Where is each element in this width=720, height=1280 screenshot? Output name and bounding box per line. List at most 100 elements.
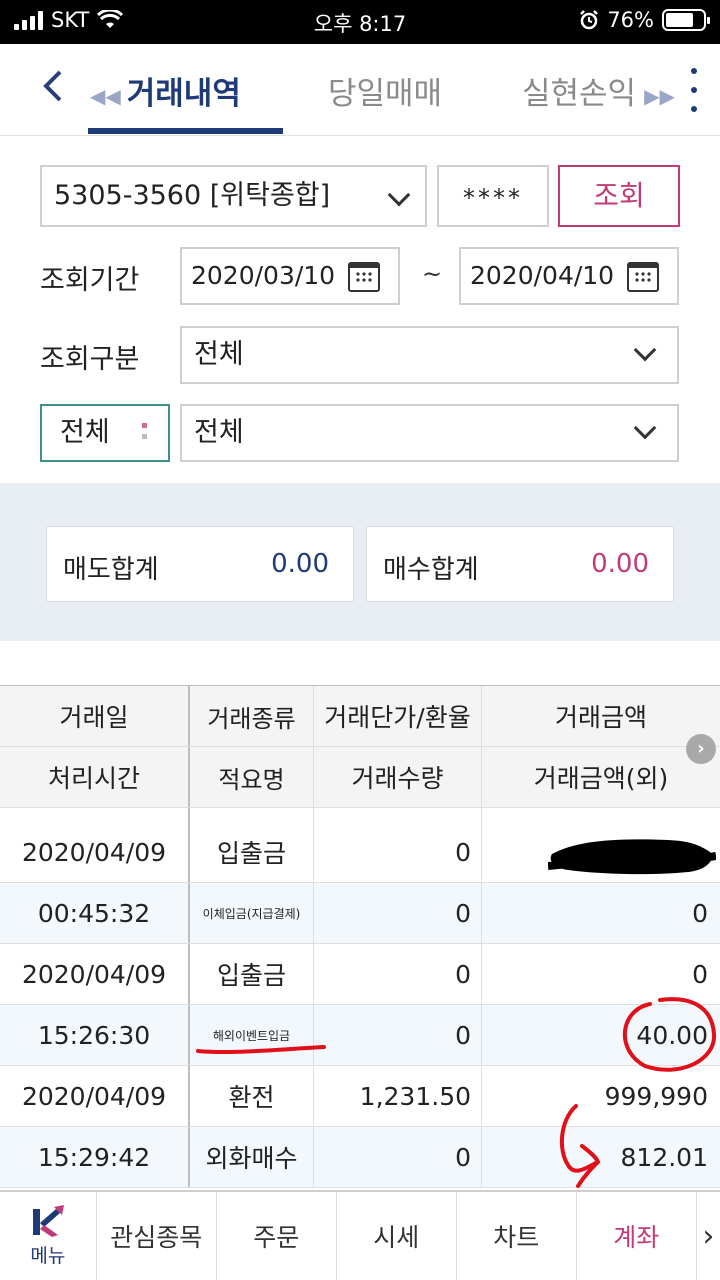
tab-daily-trades[interactable]: 당일매매 [328,68,442,113]
column-header: 거래단가/환율 [314,686,482,746]
k-logo-icon [32,1204,64,1237]
table-cell: 1,231.50 [314,1066,482,1126]
table-cell: 0 [314,1127,482,1187]
battery-percent: 76% [607,8,654,32]
table-cell: 0 [314,883,482,943]
nav-menu[interactable]: 메뉴 [0,1192,97,1280]
tab-label: 당일매매 [328,76,443,112]
query-type-value: 전체 [194,339,244,370]
table-cell: 0 [314,1005,482,1065]
table-row[interactable]: 2020/04/09 환전 1,231.50 999,990 [0,1066,720,1127]
table-cell: 외화매수 [190,1127,314,1187]
column-header: 처리시간 [0,747,190,807]
table-cell: 40.00 [636,1020,708,1050]
status-bar: SKT 오후 8:17 76% [0,0,720,44]
more-vertical-icon[interactable] [688,68,700,112]
table-row[interactable]: 2020/04/09 입출금 0 0 [0,944,720,1005]
chevron-down-icon [633,416,657,440]
filter-dots-icon [142,423,147,439]
table-row[interactable]: 00:45:32 이체입금(지급결제) 0 0 [0,883,720,944]
account-value: 5305-3560 [위탁종합] [54,180,331,211]
tab-header: ◀◀ 거래내역 당일매매 실현손익 ▶▶ [0,44,720,136]
column-header: 거래금액(외) [533,764,669,793]
table-cell: 입출금 [190,944,314,1004]
column-header: 적요명 [190,747,314,807]
scroll-right-icon[interactable]: › [686,734,716,764]
tab-realized-pnl[interactable]: 실현손익 ▶▶ [522,68,675,113]
buy-total-label: 매수합계 [383,555,479,585]
chevron-left-icon [43,70,62,102]
double-chevron-left-icon: ◀◀ [90,83,121,108]
table-row[interactable]: 15:26:30 해외이벤트입금 0 40.00 [0,1005,720,1066]
nav-quotes[interactable]: 시세 [337,1192,457,1280]
column-header: 거래일 [0,686,190,746]
table-row[interactable]: 15:29:42 외화매수 0 812.01 [0,1127,720,1188]
password-field[interactable]: **** [437,165,549,227]
end-date-field[interactable]: 2020/04/10 [459,247,679,305]
buy-total-card: 매수합계 0.00 [366,526,674,602]
chevron-down-icon [387,183,411,207]
start-date-value: 2020/03/10 [191,261,336,290]
back-button[interactable] [38,66,78,110]
alarm-icon [580,10,599,30]
table-cell: 해외이벤트입금 [190,1005,314,1065]
tab-transaction-history[interactable]: ◀◀ 거래내역 [90,68,282,113]
transaction-table: 거래일 거래종류 거래단가/환율 거래금액 처리시간 적요명 거래수량 거래금액… [0,685,720,1188]
table-cell: 0 [314,944,482,1004]
chevron-right-icon[interactable]: › [697,1192,720,1280]
active-tab-indicator [88,128,283,134]
tab-label: 거래내역 [126,76,241,112]
table-cell: 0 [692,898,708,928]
nav-order[interactable]: 주문 [217,1192,337,1280]
column-header: 거래수량 [314,747,482,807]
table-cell: 999,990 [604,1081,708,1111]
table-cell: 0 [692,959,708,989]
battery-icon [662,9,710,31]
table-spacer [0,808,720,822]
header-row: 거래일 거래종류 거래단가/환율 거래금액 [0,686,720,747]
filter-button[interactable]: 전체 [40,404,170,462]
sell-total-card: 매도합계 0.00 [46,526,354,602]
period-label: 조회기간 [40,265,140,296]
nav-watchlist[interactable]: 관심종목 [97,1192,217,1280]
table-cell: 15:26:30 [0,1005,190,1065]
query-type-label: 조회구분 [40,344,140,375]
chevron-down-icon [633,338,657,362]
table-cell: 00:45:32 [0,883,190,943]
table-cell: 0 [314,822,482,882]
header-row: 처리시간 적요명 거래수량 거래금액(외) [0,747,720,808]
table-cell: 812.01 [620,1142,708,1172]
double-chevron-right-icon: ▶▶ [644,83,675,108]
menu-label: 메뉴 [30,1244,66,1267]
table-cell: 환전 [190,1066,314,1126]
table-header: 거래일 거래종류 거래단가/환율 거래금액 처리시간 적요명 거래수량 거래금액… [0,685,720,808]
query-type-select[interactable]: 전체 [180,326,679,384]
account-select[interactable]: 5305-3560 [위탁종합] [40,165,427,227]
summary-panel: 매도합계 0.00 매수합계 0.00 [0,483,720,641]
column-header: 거래금액 [554,703,647,732]
table-body: 2020/04/09 입출금 0 00:45:32 이체입금(지급결제) 0 0… [0,822,720,1188]
table-cell: 입출금 [190,822,314,882]
filter-label: 전체 [60,417,110,448]
table-cell: 이체입금(지급결제) [190,883,314,943]
table-cell: 2020/04/09 [0,1066,190,1126]
calendar-icon[interactable] [348,262,380,292]
nav-account[interactable]: 계좌 [577,1192,697,1280]
sell-total-value: 0.00 [271,549,329,579]
nav-chart[interactable]: 차트 [457,1192,577,1280]
detail-select[interactable]: 전체 [180,404,679,462]
table-cell: 2020/04/09 [0,822,190,882]
date-separator: ~ [422,260,443,288]
bottom-nav: 메뉴 관심종목 주문 시세 차트 계좌 › [0,1190,720,1280]
table-cell: 15:29:42 [0,1127,190,1187]
query-button[interactable]: 조회 [558,165,680,227]
redaction-scribble [548,839,716,875]
end-date-value: 2020/04/10 [470,261,615,290]
detail-value: 전체 [194,417,244,448]
tab-label: 실현손익 [522,76,637,112]
start-date-field[interactable]: 2020/03/10 [180,247,400,305]
buy-total-value: 0.00 [591,549,649,579]
column-header: 거래종류 [190,686,314,746]
sell-total-label: 매도합계 [63,555,159,585]
calendar-icon[interactable] [627,262,659,292]
